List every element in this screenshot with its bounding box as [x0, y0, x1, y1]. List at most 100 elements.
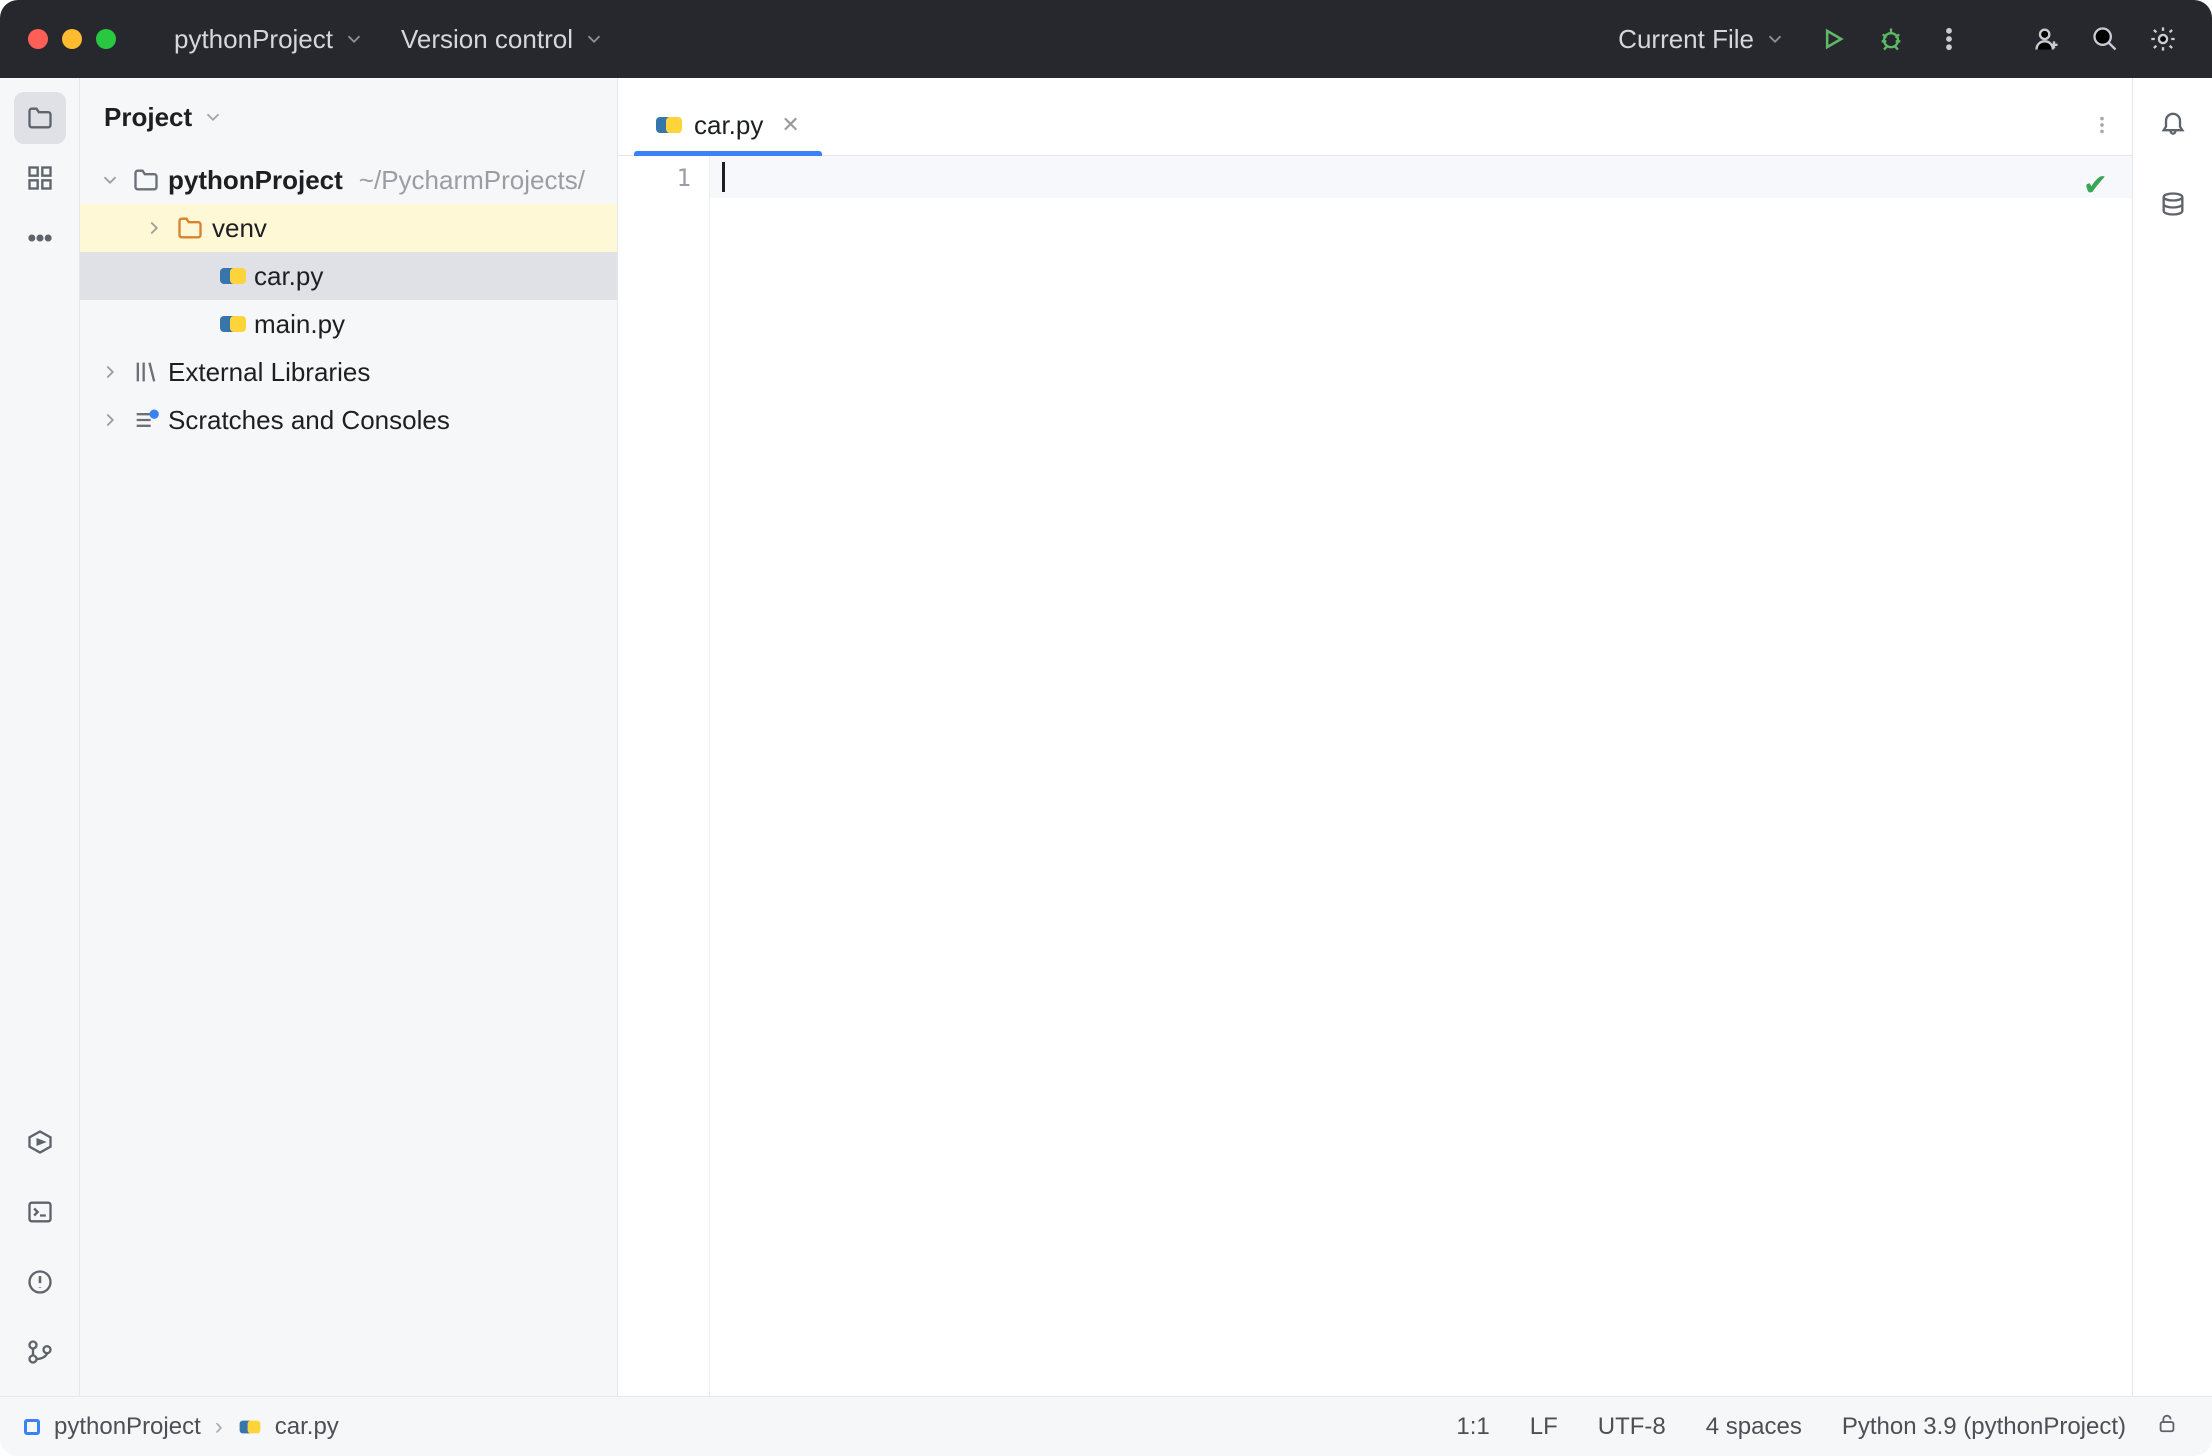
breadcrumb-project[interactable]: pythonProject — [54, 1413, 201, 1441]
project-tool-button[interactable] — [14, 92, 66, 144]
close-window-button[interactable] — [28, 29, 48, 49]
breadcrumb-project-label: pythonProject — [54, 1413, 201, 1441]
terminal-tool-button[interactable] — [14, 1186, 66, 1238]
cursor-position[interactable]: 1:1 — [1436, 1413, 1509, 1441]
editor-gutter: 1 — [618, 156, 710, 1396]
services-icon — [26, 1128, 54, 1156]
tree-node-car-py[interactable]: car.py — [80, 252, 617, 300]
chevron-down-icon — [99, 169, 121, 191]
play-icon — [1819, 25, 1847, 53]
user-plus-icon — [2033, 25, 2061, 53]
editor-area: car.py ✕ 1 ✔ — [618, 78, 2132, 1396]
problems-tool-button[interactable] — [14, 1256, 66, 1308]
kebab-icon — [2091, 114, 2113, 136]
window-traffic-lights — [28, 29, 116, 49]
maximize-window-button[interactable] — [96, 29, 116, 49]
chevron-down-icon — [1764, 28, 1786, 50]
statusbar: pythonProject › car.py 1:1 LF UTF-8 4 sp… — [0, 1396, 2212, 1456]
editor-tab-car-py[interactable]: car.py ✕ — [634, 95, 822, 155]
minimize-window-button[interactable] — [62, 29, 82, 49]
project-sidebar-header[interactable]: Project — [80, 78, 617, 156]
titlebar: pythonProject Version control Current Fi… — [0, 0, 2212, 78]
tree-node-venv[interactable]: venv — [80, 204, 617, 252]
tree-node-main-py[interactable]: main.py — [80, 300, 617, 348]
project-sidebar: Project pythonProject ~/PycharmProjects/… — [80, 78, 618, 1396]
chevron-right-icon — [99, 409, 121, 431]
chevron-right-icon — [143, 217, 165, 239]
warning-circle-icon — [26, 1268, 54, 1296]
structure-icon — [26, 164, 54, 192]
breadcrumb-file-label: car.py — [275, 1413, 339, 1441]
code-line[interactable] — [710, 156, 2132, 198]
more-actions-button[interactable] — [1920, 0, 1978, 78]
search-icon — [2091, 25, 2119, 53]
python-interpreter[interactable]: Python 3.9 (pythonProject) — [1822, 1413, 2146, 1441]
database-icon — [2159, 190, 2187, 218]
lock-open-icon — [2156, 1412, 2178, 1434]
breadcrumb-separator: › — [215, 1413, 223, 1441]
services-tool-button[interactable] — [14, 1116, 66, 1168]
scratches-icon — [132, 406, 160, 434]
bell-icon — [2159, 108, 2187, 136]
line-separator[interactable]: LF — [1510, 1413, 1578, 1441]
tree-node-label: venv — [212, 213, 267, 244]
vcs-selector-label: Version control — [401, 24, 573, 55]
run-config-selector[interactable]: Current File — [1600, 0, 1804, 78]
run-config-label: Current File — [1618, 24, 1754, 55]
bug-icon — [1877, 25, 1905, 53]
database-tool-button[interactable] — [2147, 178, 2199, 230]
tree-root-path: ~/PycharmProjects/ — [359, 165, 585, 196]
notifications-tool-button[interactable] — [2147, 96, 2199, 148]
run-button[interactable] — [1804, 0, 1862, 78]
right-tool-stripe — [2132, 78, 2212, 1396]
python-file-icon — [220, 263, 246, 289]
code-with-me-button[interactable] — [2018, 0, 2076, 78]
navigation-breadcrumb: pythonProject › car.py — [24, 1413, 339, 1441]
project-selector[interactable]: pythonProject — [156, 0, 383, 78]
gear-icon — [2149, 25, 2177, 53]
close-tab-button[interactable]: ✕ — [781, 112, 799, 138]
code-surface[interactable]: ✔ — [710, 156, 2132, 1396]
ellipsis-icon — [26, 224, 54, 252]
tree-node-label: car.py — [254, 261, 323, 292]
vcs-selector[interactable]: Version control — [383, 0, 623, 78]
debug-button[interactable] — [1862, 0, 1920, 78]
module-icon — [24, 1419, 40, 1435]
project-selector-label: pythonProject — [174, 24, 333, 55]
tree-root-label: pythonProject — [168, 165, 343, 196]
folder-venv-icon — [176, 214, 204, 242]
breadcrumb-file[interactable]: car.py — [237, 1413, 339, 1441]
search-everywhere-button[interactable] — [2076, 0, 2134, 78]
project-tree: pythonProject ~/PycharmProjects/ venv ca… — [80, 156, 617, 1396]
settings-button[interactable] — [2134, 0, 2192, 78]
folder-icon — [132, 166, 160, 194]
tree-node-label: External Libraries — [168, 357, 370, 388]
left-tool-stripe — [0, 78, 80, 1396]
tree-node-project-root[interactable]: pythonProject ~/PycharmProjects/ — [80, 156, 617, 204]
chevron-down-icon — [343, 28, 365, 50]
library-icon — [132, 358, 160, 386]
indent-settings[interactable]: 4 spaces — [1686, 1413, 1822, 1441]
structure-tool-button[interactable] — [14, 152, 66, 204]
chevron-down-icon — [202, 106, 224, 128]
text-caret — [722, 162, 725, 192]
tree-node-scratches[interactable]: Scratches and Consoles — [80, 396, 617, 444]
chevron-down-icon — [583, 28, 605, 50]
inspection-ok-icon[interactable]: ✔ — [2083, 168, 2108, 203]
read-only-toggle[interactable] — [2146, 1412, 2188, 1441]
file-encoding[interactable]: UTF-8 — [1578, 1413, 1686, 1441]
editor-tabs-menu[interactable] — [2072, 95, 2132, 155]
editor-tab-label: car.py — [694, 110, 763, 141]
git-branch-icon — [26, 1338, 54, 1366]
version-control-tool-button[interactable] — [14, 1326, 66, 1378]
editor-body[interactable]: 1 ✔ — [618, 156, 2132, 1396]
kebab-icon — [1935, 25, 1963, 53]
more-tool-windows-button[interactable] — [14, 212, 66, 264]
tree-node-external-libraries[interactable]: External Libraries — [80, 348, 617, 396]
sidebar-title: Project — [104, 102, 192, 133]
terminal-icon — [26, 1198, 54, 1226]
chevron-right-icon — [99, 361, 121, 383]
python-file-icon — [220, 311, 246, 337]
python-file-icon — [656, 112, 682, 138]
tree-node-label: Scratches and Consoles — [168, 405, 450, 436]
